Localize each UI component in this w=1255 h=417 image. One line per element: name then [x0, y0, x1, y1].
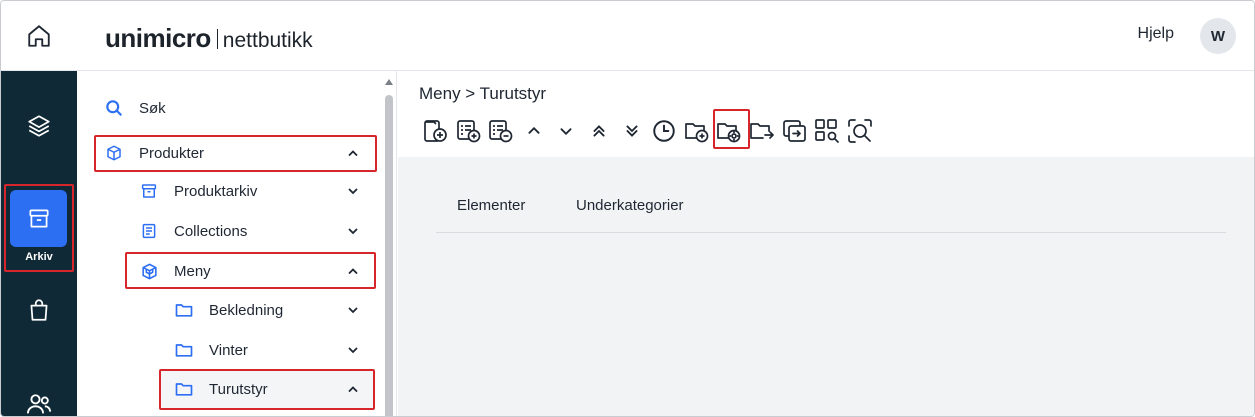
tree-item-meny[interactable]: Meny [138, 253, 373, 289]
chevron-up-icon[interactable] [347, 265, 359, 277]
chevron-down-icon [560, 128, 572, 136]
users-icon [26, 394, 52, 414]
tree-item-produkter[interactable]: Produkter [103, 135, 373, 171]
tab-underkategorier[interactable]: Underkategorier [576, 197, 684, 214]
chevron-up-icon[interactable] [347, 383, 359, 395]
archive-icon [138, 180, 160, 202]
tree-item-label: Collections [174, 222, 248, 240]
cube-icon [103, 142, 125, 164]
layers-icon [28, 115, 50, 137]
main-content: Meny > Turutstyr Elementer Underkategori… [398, 71, 1254, 416]
rail-item-layers[interactable] [1, 101, 77, 151]
rail-item-users[interactable] [1, 379, 77, 416]
move-up-button[interactable] [518, 115, 550, 147]
brand-name: unimicro [105, 23, 211, 53]
home-button[interactable] [1, 1, 77, 71]
move-down-button[interactable] [550, 115, 582, 147]
left-rail: Arkiv [1, 71, 77, 416]
brand-product: nettbutikk [222, 29, 313, 52]
top-bar: unimicro nettbutikk Hjelp W [1, 1, 1254, 71]
move-folder-button[interactable] [746, 115, 778, 147]
navigation-tree: Søk Produkter Produktarkiv Collections M… [77, 71, 397, 416]
rail-item-shop[interactable] [1, 285, 77, 335]
folder-icon [173, 299, 195, 321]
tree-item-label: Produktarkiv [174, 182, 258, 200]
tree-item-label: Vinter [209, 341, 248, 359]
tab-bar: Elementer Underkategorier [436, 157, 1226, 233]
tree-item-collections[interactable]: Collections [138, 213, 373, 249]
toolbar [420, 115, 876, 147]
archive-icon [28, 208, 49, 227]
brand-divider [216, 28, 218, 49]
tree-item-label: Meny [174, 262, 211, 280]
clock-icon [653, 120, 675, 142]
tree-item-sok[interactable]: Søk [103, 90, 373, 126]
chevron-down-icon[interactable] [347, 304, 359, 316]
scroll-up-icon[interactable] [385, 79, 393, 85]
content-header: Meny > Turutstyr [398, 71, 1254, 157]
help-link[interactable]: Hjelp [1138, 25, 1174, 43]
tab-elementer[interactable]: Elementer [457, 197, 525, 214]
add-item-button[interactable] [453, 115, 485, 147]
avatar-initial: W [1210, 27, 1226, 45]
breadcrumb: Meny > Turutstyr [419, 84, 547, 103]
preview-button[interactable] [844, 115, 876, 147]
scrollbar-thumb[interactable] [385, 95, 393, 416]
copy-to-button[interactable] [779, 115, 811, 147]
copy-to-icon [782, 120, 806, 142]
add-list-icon [456, 120, 480, 143]
tree-item-bekledning[interactable]: Bekledning [173, 292, 373, 328]
folder-settings-highlight [713, 109, 750, 149]
folder-icon [173, 339, 195, 361]
folder-add-icon [684, 123, 709, 143]
grid-search-button[interactable] [811, 115, 843, 147]
tree-item-label: Søk [139, 99, 166, 117]
move-top-button[interactable] [583, 115, 615, 147]
search-icon [103, 97, 125, 119]
tree-scrollbar[interactable] [385, 79, 393, 416]
add-folder-icon [424, 120, 447, 142]
rail-item-arkiv[interactable] [10, 190, 67, 247]
new-folder-button[interactable] [420, 115, 452, 147]
grid-search-icon [815, 119, 839, 143]
double-chevron-up-icon [593, 125, 605, 137]
history-button[interactable] [648, 115, 680, 147]
tree-item-vinter[interactable]: Vinter [173, 332, 373, 368]
chevron-down-icon[interactable] [347, 225, 359, 237]
chevron-down-icon[interactable] [347, 185, 359, 197]
shopping-bag-icon [30, 299, 48, 321]
preview-search-icon [847, 119, 872, 143]
rail-item-arkiv-label: Arkiv [25, 251, 53, 263]
home-icon [28, 25, 50, 47]
app-window: unimicro nettbutikk Hjelp W Arkiv Søk Pr… [0, 0, 1255, 417]
tree-item-turutstyr[interactable]: Turutstyr [173, 371, 373, 407]
remove-item-button[interactable] [485, 115, 517, 147]
folder-icon [173, 378, 195, 400]
chevron-up-icon [528, 126, 540, 134]
tree-item-label: Bekledning [209, 301, 284, 319]
folder-move-icon [750, 123, 774, 139]
new-subfolder-button[interactable] [681, 115, 713, 147]
user-avatar[interactable]: W [1200, 18, 1236, 54]
brand-logo: unimicro nettbutikk [105, 23, 313, 54]
tree-item-label: Turutstyr [209, 380, 268, 398]
chevron-down-icon[interactable] [347, 344, 359, 356]
double-chevron-down-icon [626, 125, 638, 137]
tree-item-produktarkiv[interactable]: Produktarkiv [138, 173, 373, 209]
clipboard-list-icon [138, 220, 160, 242]
move-bottom-button[interactable] [616, 115, 648, 147]
chevron-up-icon[interactable] [347, 147, 359, 159]
remove-list-icon [489, 120, 513, 143]
tree-item-label: Produkter [139, 144, 205, 162]
cubes-icon [138, 260, 160, 282]
